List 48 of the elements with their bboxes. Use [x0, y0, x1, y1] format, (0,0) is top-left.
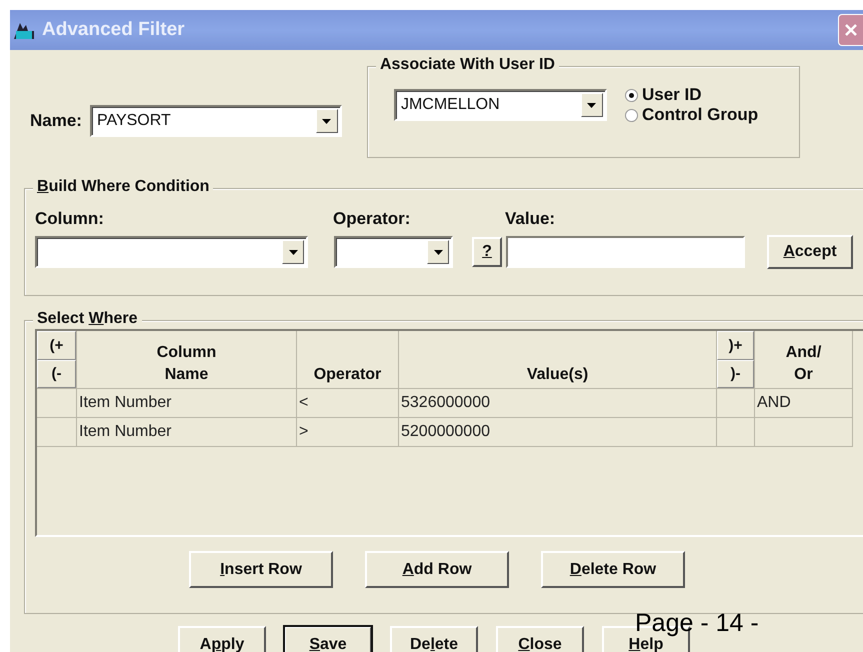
name-combo-box[interactable]: PAYSORT — [90, 105, 342, 137]
dialog-button[interactable]: Delete — [390, 626, 478, 652]
column-header: Operator — [314, 365, 382, 385]
user-combo-box[interactable]: JMCMELLON — [394, 89, 607, 121]
dropdown-arrow-icon — [587, 102, 596, 108]
table-cell: Item Number — [77, 389, 297, 418]
table-cell — [717, 418, 755, 447]
close-button[interactable] — [838, 14, 863, 46]
table-cell — [37, 418, 77, 447]
window-title: Advanced Filter — [42, 19, 185, 41]
radio-label: Control Group — [642, 105, 758, 125]
table-cell: < — [297, 389, 399, 418]
value-label: Value: — [505, 209, 556, 229]
group-title: Build Where Condition — [33, 178, 214, 196]
table-cell: 5326000000 — [399, 389, 717, 418]
paren-button[interactable]: )+ — [717, 331, 754, 360]
column-header: Value(s) — [526, 365, 588, 385]
table-cell: 5200000000 — [399, 418, 717, 447]
operator-combo-box[interactable] — [334, 236, 453, 268]
dropdown-arrow-icon — [322, 118, 332, 124]
row-button[interactable]: Insert Row — [189, 551, 333, 588]
dialog-button[interactable]: Close — [496, 626, 584, 652]
help-button[interactable]: ? — [472, 237, 502, 267]
dialog-button[interactable]: Save — [284, 626, 372, 652]
paren-button[interactable]: )- — [717, 360, 754, 388]
dialog-button[interactable]: Apply — [178, 626, 266, 652]
dropdown-arrow-icon — [434, 250, 442, 254]
paren-button[interactable]: (- — [37, 360, 76, 388]
dropdown-arrow-icon — [288, 250, 298, 254]
row-button[interactable]: Delete Row — [541, 551, 685, 588]
operator-label: Operator: — [333, 209, 412, 229]
group-title: Select Where — [33, 310, 142, 328]
column-label: Column: — [35, 209, 105, 229]
column-combo-box[interactable] — [35, 236, 308, 268]
value-field[interactable] — [506, 236, 745, 268]
table-cell: AND — [755, 389, 853, 418]
table-cell: > — [297, 418, 399, 447]
row-button[interactable]: Add Row — [365, 551, 509, 588]
column-header: Column Name — [156, 343, 216, 385]
radio-label: User ID — [642, 85, 702, 105]
table-cell: Item Number — [77, 418, 297, 447]
column-header: And/ Or — [786, 343, 822, 385]
close-icon — [844, 23, 858, 37]
accept-button[interactable]: Accept — [767, 235, 853, 269]
name-label: Name: — [30, 111, 82, 131]
paren-button[interactable]: (+ — [37, 331, 76, 360]
radio-button[interactable] — [624, 88, 638, 102]
radio-button[interactable] — [624, 108, 638, 122]
